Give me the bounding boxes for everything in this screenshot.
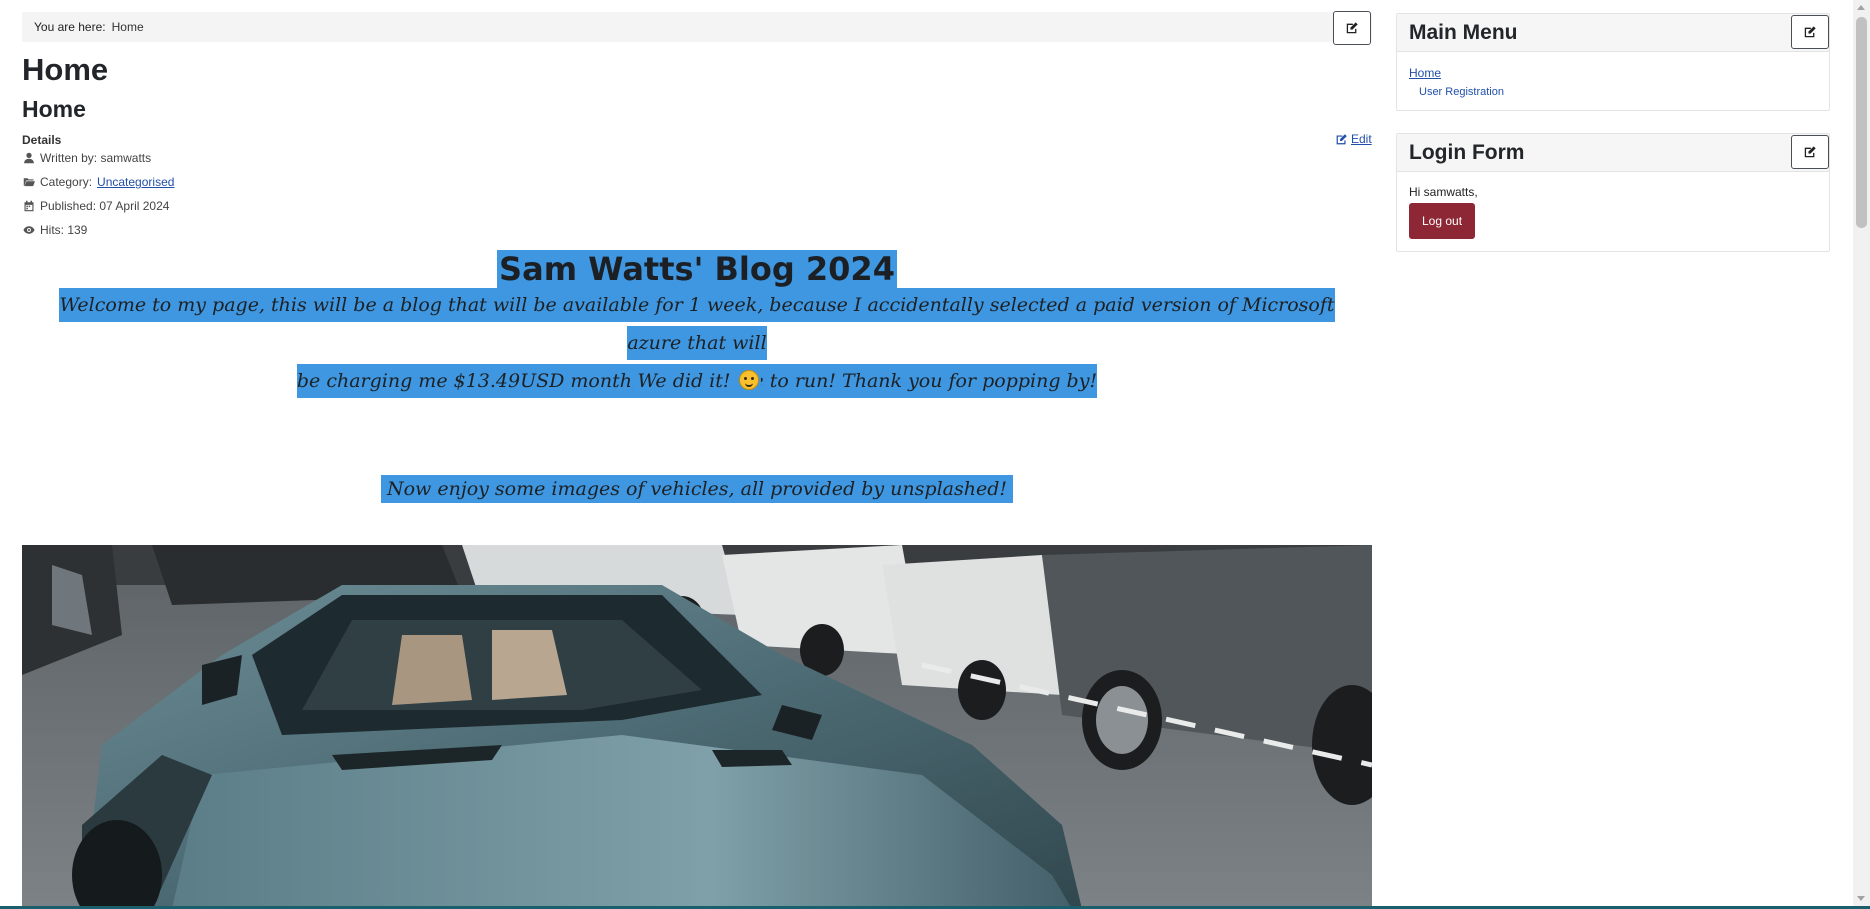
- edit-article-link[interactable]: Edit: [1335, 132, 1372, 146]
- did-it-paragraph: We did it!: [22, 367, 1372, 395]
- edit-icon: [1804, 26, 1816, 38]
- welcome-line-1: Welcome to my page, this will be a blog …: [59, 288, 1335, 360]
- login-form-header: Login Form: [1397, 134, 1829, 172]
- category-link[interactable]: Uncategorised: [97, 175, 174, 189]
- edit-icon: [1804, 146, 1816, 158]
- folder-icon: [23, 178, 35, 187]
- meta-published-text: Published: 07 April 2024: [40, 199, 170, 213]
- meta-category: Category: Uncategorised: [23, 175, 174, 189]
- meta-author-text: Written by: samwatts: [40, 151, 152, 165]
- user-icon: [24, 152, 34, 164]
- logout-button[interactable]: Log out: [1409, 203, 1476, 239]
- menu-item-home[interactable]: Home: [1409, 66, 1817, 80]
- scrollbar-thumb[interactable]: [1856, 17, 1867, 228]
- did-it-text: We did it!: [637, 370, 731, 392]
- meta-author: Written by: samwatts: [23, 151, 151, 165]
- meta-hits: Hits: 139: [23, 223, 87, 237]
- scroll-down-arrow-icon[interactable]: [1857, 896, 1865, 901]
- edit-link-label: Edit: [1351, 132, 1372, 146]
- meta-hits-text: Hits: 139: [40, 223, 88, 237]
- blog-heading: Sam Watts' Blog 2024: [22, 250, 1372, 288]
- breadcrumb-label: You are here:: [34, 20, 106, 34]
- blog-heading-text: Sam Watts' Blog 2024: [497, 250, 897, 288]
- upside-down-face-emoji: [738, 370, 759, 390]
- page-title: Home: [22, 52, 109, 87]
- calendar-icon: [24, 200, 34, 212]
- enjoy-paragraph: Now enjoy some images of vehicles, all p…: [22, 475, 1372, 503]
- scroll-up-arrow-icon[interactable]: [1857, 5, 1865, 10]
- breadcrumb: You are here: Home: [22, 12, 1372, 42]
- login-form-title: Login Form: [1409, 140, 1525, 164]
- main-menu-list: Home User Registration: [1397, 52, 1829, 110]
- meta-published: Published: 07 April 2024: [23, 199, 169, 213]
- login-form-body: Hi samwatts, Log out: [1397, 172, 1829, 251]
- vehicle-image: [22, 545, 1372, 909]
- edit-main-menu-button[interactable]: [1791, 15, 1829, 49]
- enjoy-text: Now enjoy some images of vehicles, all p…: [380, 475, 1014, 503]
- details-label: Details: [22, 133, 62, 147]
- menu-item-user-registration[interactable]: User Registration: [1419, 86, 1817, 98]
- main-menu-title: Main Menu: [1409, 20, 1518, 44]
- edit-login-form-button[interactable]: [1791, 135, 1829, 169]
- page-scrollbar[interactable]: [1853, 0, 1870, 909]
- edit-icon: [1336, 133, 1347, 144]
- eye-icon: [23, 226, 35, 234]
- breadcrumb-current: Home: [111, 20, 144, 34]
- article-title: Home: [22, 96, 86, 122]
- login-greeting: Hi samwatts,: [1409, 185, 1478, 199]
- meta-category-label: Category:: [40, 175, 93, 189]
- main-menu-module: Main Menu Home User Registration: [1396, 13, 1830, 111]
- edit-icon: [1346, 22, 1358, 34]
- edit-breadcrumb-button[interactable]: [1333, 11, 1371, 45]
- main-menu-header: Main Menu: [1397, 14, 1829, 52]
- login-form-module: Login Form Hi samwatts, Log out: [1396, 133, 1830, 252]
